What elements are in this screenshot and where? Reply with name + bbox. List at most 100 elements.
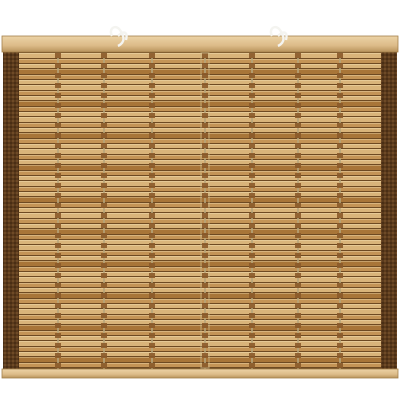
cord-thread bbox=[251, 78, 253, 83]
bamboo-blind-photo bbox=[0, 0, 400, 400]
cord-thread bbox=[57, 258, 59, 263]
cord-knot bbox=[101, 183, 107, 188]
cord-thread bbox=[339, 118, 341, 123]
cord-thread bbox=[103, 118, 105, 123]
cord-knot bbox=[149, 203, 155, 208]
cord-knot bbox=[55, 203, 61, 208]
cord-thread bbox=[339, 318, 341, 323]
cord-thread bbox=[251, 118, 253, 123]
cord-thread bbox=[204, 318, 206, 323]
cord-knot bbox=[55, 353, 61, 358]
cord-knot bbox=[101, 293, 107, 298]
cord-thread bbox=[251, 208, 253, 213]
cord-knot bbox=[249, 53, 255, 58]
cord-thread bbox=[339, 208, 341, 213]
cord-thread bbox=[251, 248, 253, 253]
slat-highlight bbox=[19, 315, 381, 316]
cord-knot bbox=[101, 263, 107, 268]
cord-thread bbox=[103, 108, 105, 113]
cord-thread bbox=[297, 338, 299, 343]
cord-thread bbox=[339, 88, 341, 93]
cord-thread bbox=[339, 228, 341, 233]
cord-knot bbox=[295, 193, 301, 198]
cord-thread bbox=[57, 158, 59, 163]
cord-thread bbox=[151, 298, 153, 303]
cord-thread bbox=[57, 58, 59, 63]
slat-highlight bbox=[19, 64, 381, 65]
slat-highlight bbox=[19, 347, 381, 348]
slat-highlight bbox=[19, 251, 381, 252]
cord-knot bbox=[202, 243, 208, 248]
cord-thread bbox=[151, 68, 153, 73]
cord-thread bbox=[151, 248, 153, 253]
cord-thread bbox=[57, 298, 59, 303]
cord-thread bbox=[339, 78, 341, 83]
cord-thread bbox=[103, 78, 105, 83]
cord-thread bbox=[251, 298, 253, 303]
slat-highlight bbox=[19, 187, 381, 188]
cord-knot bbox=[249, 323, 255, 328]
cord-thread bbox=[297, 118, 299, 123]
cord-knot bbox=[149, 343, 155, 348]
cord-knot bbox=[101, 203, 107, 208]
cord-knot bbox=[149, 333, 155, 338]
cord-thread bbox=[339, 348, 341, 353]
cord-thread bbox=[297, 128, 299, 133]
cord-thread bbox=[251, 108, 253, 113]
slat-highlight bbox=[19, 235, 381, 236]
slat-highlight bbox=[19, 149, 381, 150]
cord-thread bbox=[151, 198, 153, 203]
cord-thread bbox=[339, 58, 341, 63]
cord-knot bbox=[55, 263, 61, 268]
slat-highlight bbox=[19, 309, 381, 310]
right-edge-binding bbox=[381, 52, 397, 370]
cord-knot bbox=[202, 273, 208, 278]
cord-knot bbox=[249, 133, 255, 138]
cord-thread bbox=[204, 308, 206, 313]
cord-knot bbox=[101, 193, 107, 198]
cord-thread bbox=[103, 258, 105, 263]
cord-knot bbox=[149, 113, 155, 118]
cord-knot bbox=[337, 193, 343, 198]
cord-knot bbox=[295, 203, 301, 208]
cord-knot bbox=[101, 83, 107, 88]
cord-thread bbox=[151, 148, 153, 153]
cord-thread bbox=[297, 318, 299, 323]
cord-thread bbox=[297, 288, 299, 293]
cord-thread bbox=[151, 228, 153, 233]
cord-thread bbox=[57, 348, 59, 353]
cord-knot bbox=[295, 123, 301, 128]
cord-knot bbox=[249, 143, 255, 148]
bamboo-blind-illustration bbox=[1, 25, 399, 379]
cord-knot bbox=[295, 273, 301, 278]
cord-thread bbox=[151, 348, 153, 353]
cord-knot bbox=[149, 213, 155, 218]
cord-knot bbox=[55, 223, 61, 228]
cord-thread bbox=[297, 108, 299, 113]
cord-thread bbox=[251, 288, 253, 293]
cord-knot bbox=[295, 173, 301, 178]
cord-thread bbox=[103, 148, 105, 153]
cord-thread bbox=[151, 118, 153, 123]
cord-thread bbox=[151, 288, 153, 293]
cord-knot bbox=[55, 233, 61, 238]
cord-thread bbox=[151, 188, 153, 193]
cord-thread bbox=[204, 128, 206, 133]
cord-thread bbox=[103, 158, 105, 163]
cord-thread bbox=[297, 238, 299, 243]
cord-knot bbox=[101, 283, 107, 288]
cord-knot bbox=[149, 73, 155, 78]
cord-knot bbox=[101, 133, 107, 138]
cord-thread bbox=[251, 268, 253, 273]
cord-thread bbox=[297, 258, 299, 263]
cord-knot bbox=[55, 123, 61, 128]
cord-knot bbox=[295, 163, 301, 168]
cord-thread bbox=[103, 88, 105, 93]
cord-thread bbox=[103, 128, 105, 133]
cord-knot bbox=[101, 243, 107, 248]
cord-knot bbox=[202, 313, 208, 318]
slat-highlight bbox=[19, 224, 381, 225]
cord-knot bbox=[149, 293, 155, 298]
left-edge-binding bbox=[3, 52, 19, 370]
cord-knot bbox=[101, 123, 107, 128]
